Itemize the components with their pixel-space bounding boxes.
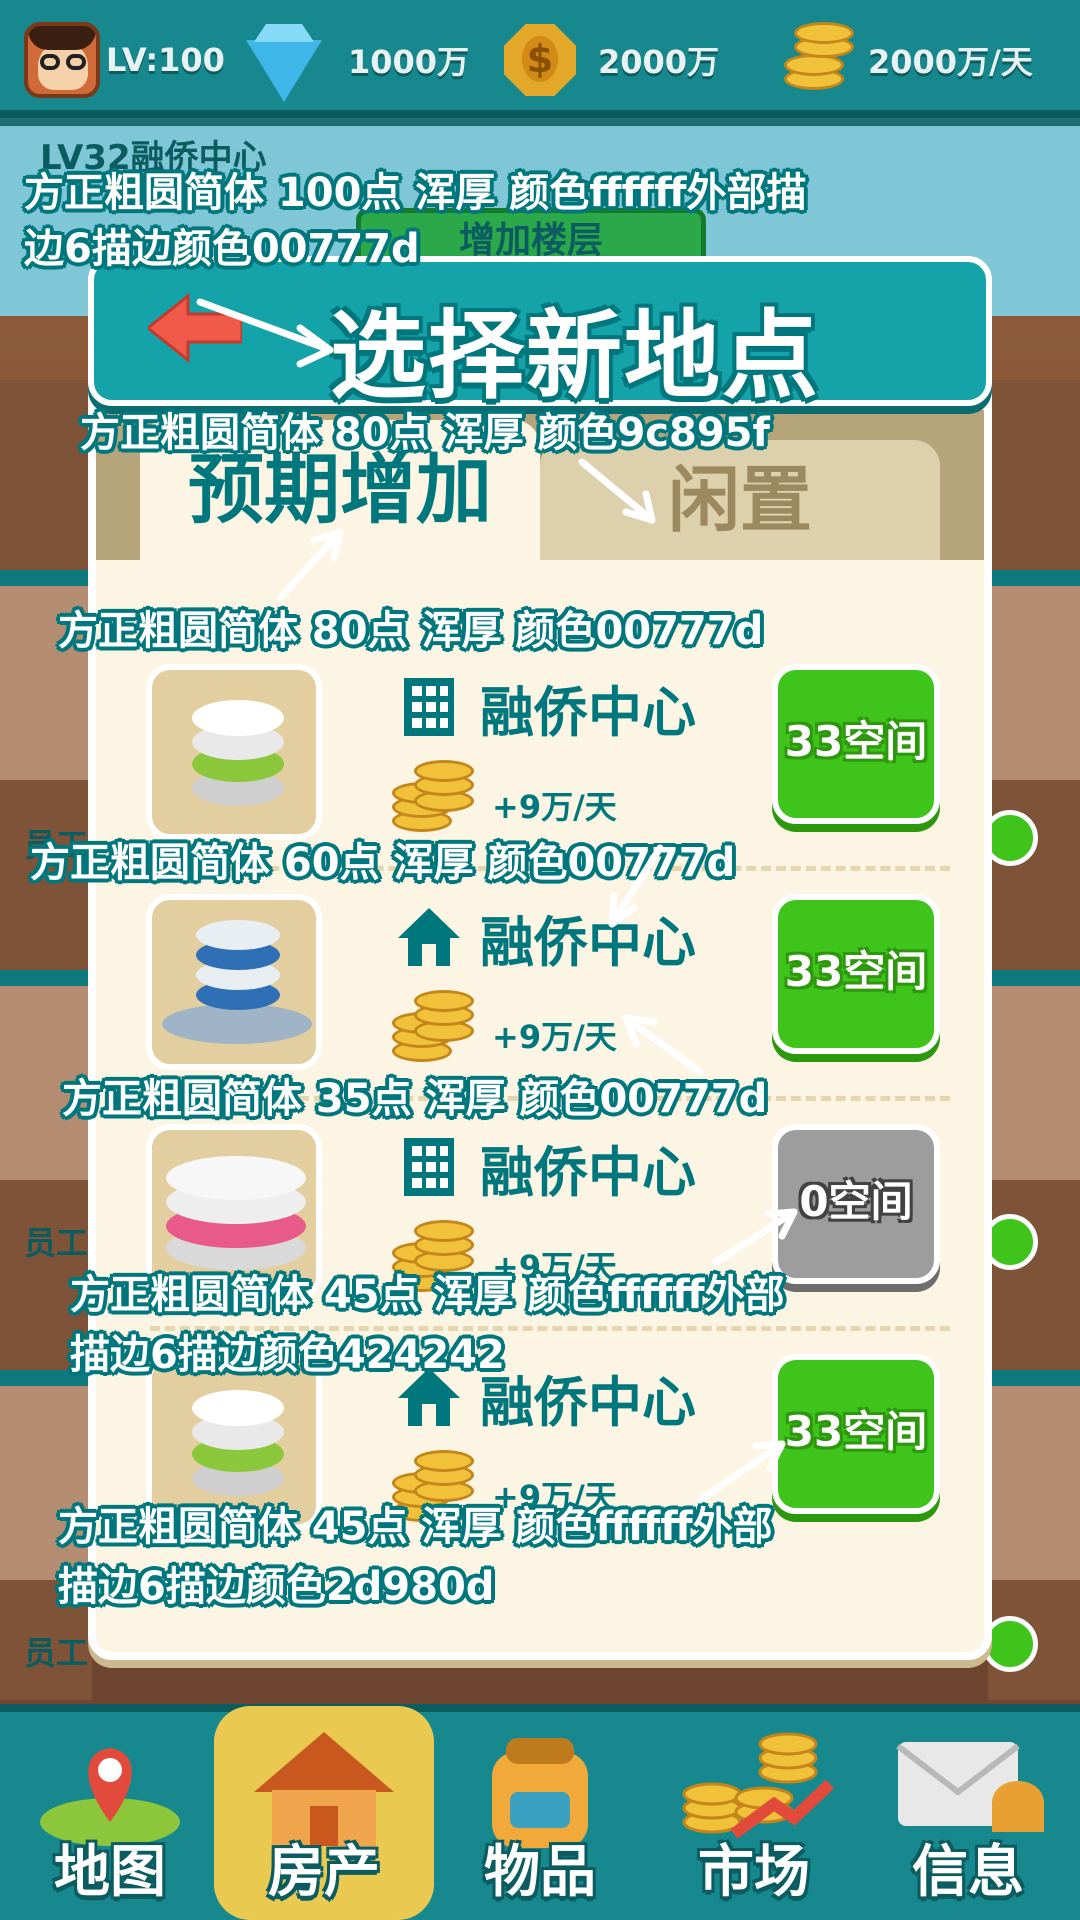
nav-items[interactable]: 物品 (440, 1712, 640, 1920)
nav-market[interactable]: 市场 (654, 1712, 854, 1920)
nav-label: 信息 (912, 1840, 1024, 1905)
annotation-arrow (276, 528, 344, 602)
annotation-arrow (578, 458, 656, 524)
annotation-arrows (196, 298, 798, 1504)
nav-property[interactable]: 房产 (224, 1712, 424, 1920)
nav-map[interactable]: 地图 (10, 1712, 210, 1920)
nav-label: 房产 (268, 1840, 380, 1905)
nav-label: 市场 (698, 1840, 810, 1905)
nav-info[interactable]: 信息 (868, 1712, 1068, 1920)
nav-label: 物品 (484, 1840, 596, 1905)
annotation-arrow (196, 298, 334, 354)
annotation-arrow (696, 1440, 786, 1504)
nav-label: 地图 (54, 1840, 166, 1905)
annotation-arrow (608, 844, 664, 928)
